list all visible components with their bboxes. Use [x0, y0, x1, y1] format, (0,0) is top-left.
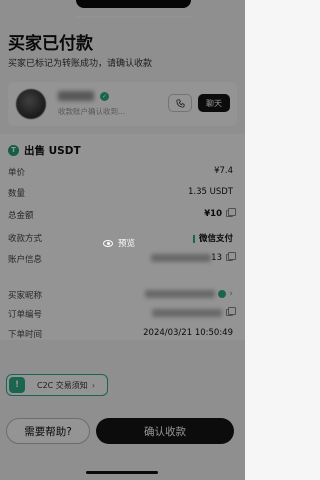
order-number-blurred — [152, 308, 222, 317]
preview-label[interactable]: 预览 — [103, 237, 135, 249]
chat-button[interactable]: 聊天 — [198, 94, 230, 112]
row-value-wrap — [152, 307, 236, 318]
row-label: 订单编号 — [8, 310, 43, 320]
verified-badge-icon: ✓ — [100, 92, 109, 101]
phone-icon — [175, 98, 185, 108]
row-order-number: 订单编号 — [8, 307, 236, 322]
payment-method-value: 微信支付 — [198, 234, 233, 244]
merchant-card: ✓ 收款账户确认收到... 聊天 — [8, 82, 237, 126]
page-subtitle: 买家已标记为转账成功，请确认收款 — [8, 59, 153, 69]
merchant-name-blurred — [58, 91, 94, 101]
row-account-info: 账户信息 13 — [8, 252, 236, 267]
row-label: 买家昵称 — [8, 291, 43, 301]
row-order-time: 下单时间 2024/03/21 10:50:49 — [8, 328, 233, 342]
row-value-wrap: 13 — [151, 252, 236, 263]
row-value: 1.35 USDT — [188, 187, 233, 197]
top-progress-line — [75, 16, 193, 18]
row-unit-price: 单价 ¥7.4 — [8, 166, 233, 180]
total-amount: ¥10 — [204, 209, 222, 219]
chevron-right-icon: › — [229, 289, 233, 299]
row-quantity: 数量 1.35 USDT — [8, 187, 233, 201]
home-indicator — [86, 471, 158, 474]
order-title: 出售 USDT — [24, 145, 81, 157]
chevron-right-icon: › — [91, 380, 96, 390]
copy-icon[interactable] — [226, 307, 236, 316]
row-total: 总金额 ¥10 — [8, 208, 236, 223]
c2c-notice-link[interactable]: ! C2C 交易须知 › — [6, 374, 108, 396]
row-value-wrap: ¥10 — [204, 208, 236, 219]
avatar — [16, 89, 46, 119]
confirm-receipt-button[interactable]: 确认收款 — [96, 418, 234, 444]
merchant-note: 收款账户确认收到... — [58, 107, 126, 116]
row-label: 下单时间 — [8, 330, 43, 340]
row-label: 数量 — [8, 189, 26, 199]
account-info-suffix: 13 — [211, 253, 222, 263]
row-label: 单价 — [8, 168, 26, 178]
row-value-wrap: 微信支付 — [192, 232, 233, 244]
account-info-blurred — [151, 253, 212, 262]
row-value: ¥7.4 — [214, 166, 233, 176]
payment-color-bar — [192, 234, 195, 243]
notice-label: C2C 交易须知 — [37, 380, 88, 390]
buyer-nickname-blurred — [145, 289, 216, 298]
eye-icon — [103, 239, 113, 247]
help-button[interactable]: 需要帮助? — [6, 418, 90, 444]
copy-icon[interactable] — [226, 252, 236, 261]
c2c-notice-icon: ! — [9, 377, 25, 393]
status-bar — [0, 0, 245, 20]
row-value-wrap: › — [145, 289, 233, 299]
copy-icon[interactable] — [226, 208, 236, 217]
verified-badge-icon — [218, 289, 227, 298]
row-buyer-nickname[interactable]: 买家昵称 › — [8, 289, 233, 303]
row-label: 总金额 — [8, 211, 34, 221]
call-button[interactable] — [168, 94, 192, 112]
row-value: 2024/03/21 10:50:49 — [143, 328, 233, 338]
camera-notch — [76, 0, 191, 8]
row-label: 收款方式 — [8, 234, 43, 244]
row-label: 账户信息 — [8, 255, 43, 265]
page-title: 买家已付款 — [8, 34, 93, 54]
preview-text: 预览 — [118, 239, 136, 249]
order-header: T 出售 USDT — [8, 143, 81, 158]
usdt-coin-icon: T — [8, 145, 19, 156]
